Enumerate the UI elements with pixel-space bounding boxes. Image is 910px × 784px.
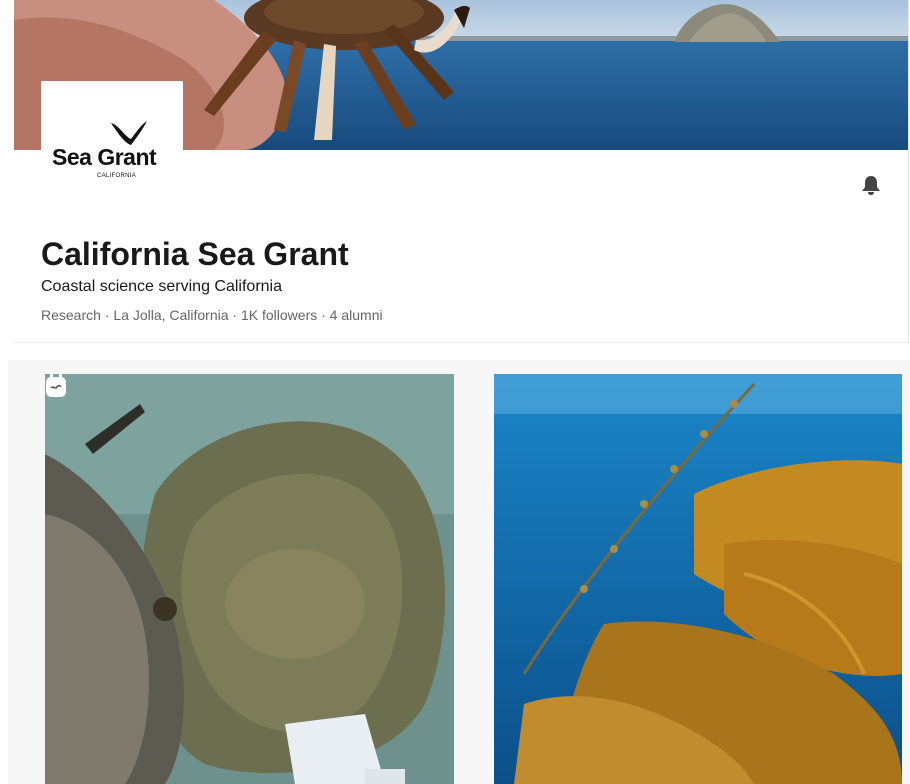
logo-subtext: CALIFORNIA (97, 173, 137, 179)
story-badge-icon (46, 374, 66, 397)
company-meta: Research · La Jolla, California · 1K fol… (41, 307, 383, 323)
company-profile-card: Sea Grant CALIFORNIA California Sea Gran… (14, 0, 909, 343)
company-name: California Sea Grant (41, 236, 349, 272)
media-tile-kelp[interactable] (494, 374, 902, 784)
media-grid (8, 360, 910, 784)
company-logo[interactable]: Sea Grant CALIFORNIA (41, 81, 183, 182)
media-tile-fish[interactable] (45, 374, 454, 784)
logo-wordmark: Sea Grant (52, 144, 157, 170)
bell-icon[interactable] (860, 174, 882, 196)
company-tagline: Coastal science serving California (41, 278, 282, 295)
